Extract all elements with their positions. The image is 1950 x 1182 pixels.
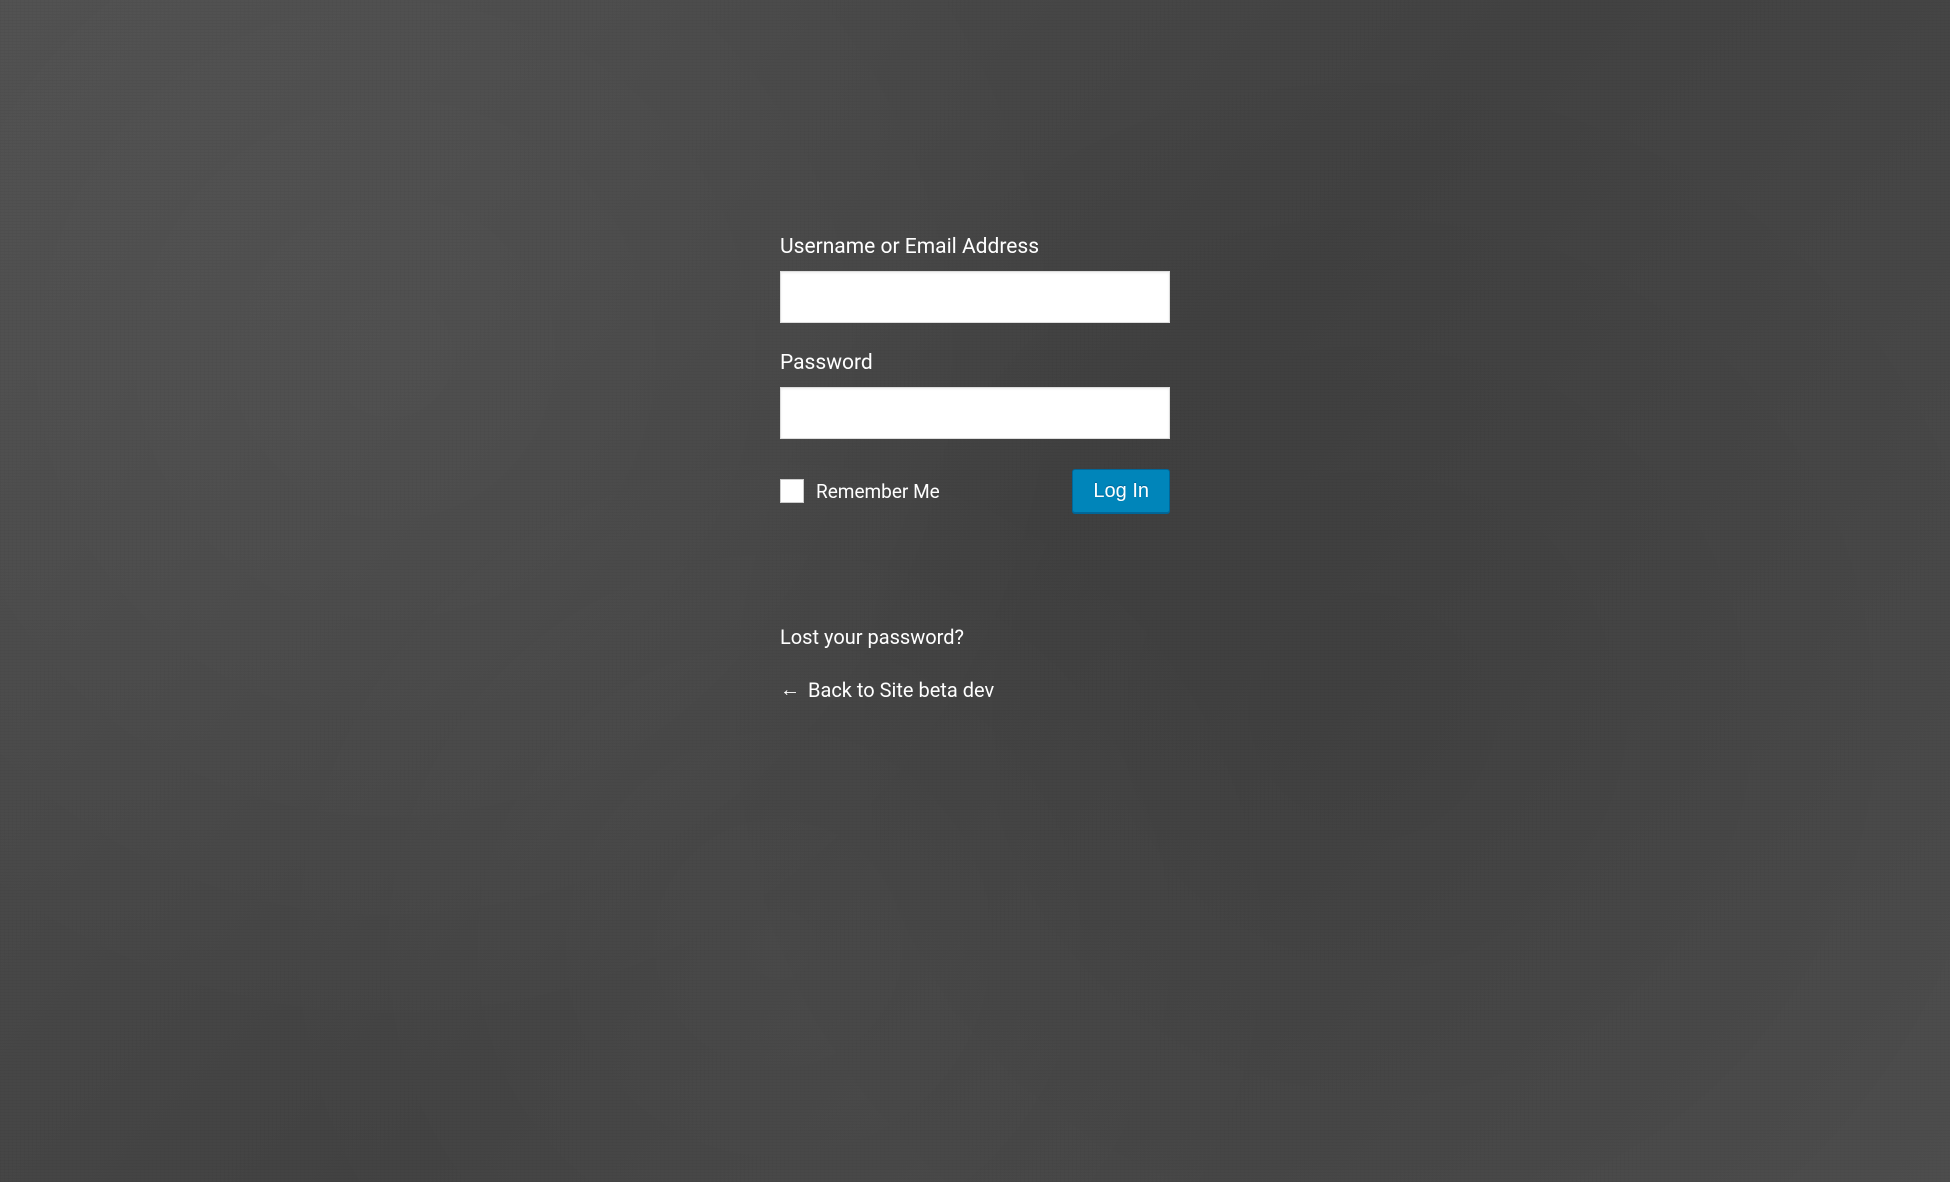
login-button[interactable]: Log In bbox=[1072, 469, 1170, 513]
password-input[interactable] bbox=[780, 387, 1170, 439]
back-to-site-link[interactable]: ← Back to Site beta dev bbox=[780, 677, 1170, 702]
footer-links: Lost your password? ← Back to Site beta … bbox=[780, 625, 1170, 702]
lost-password-link[interactable]: Lost your password? bbox=[780, 625, 1170, 649]
password-label: Password bbox=[780, 351, 1170, 375]
remember-me-checkbox[interactable] bbox=[780, 479, 804, 503]
username-input[interactable] bbox=[780, 271, 1170, 323]
username-label: Username or Email Address bbox=[780, 235, 1170, 259]
remember-me-wrap: Remember Me bbox=[780, 479, 940, 503]
remember-me-label[interactable]: Remember Me bbox=[816, 480, 940, 503]
form-footer: Remember Me Log In bbox=[780, 469, 1170, 513]
arrow-left-icon: ← bbox=[780, 677, 800, 702]
back-link-text: Back to Site beta dev bbox=[808, 678, 994, 702]
username-field-group: Username or Email Address bbox=[780, 235, 1170, 323]
login-form: Username or Email Address Password Remem… bbox=[780, 235, 1170, 730]
password-field-group: Password bbox=[780, 351, 1170, 439]
